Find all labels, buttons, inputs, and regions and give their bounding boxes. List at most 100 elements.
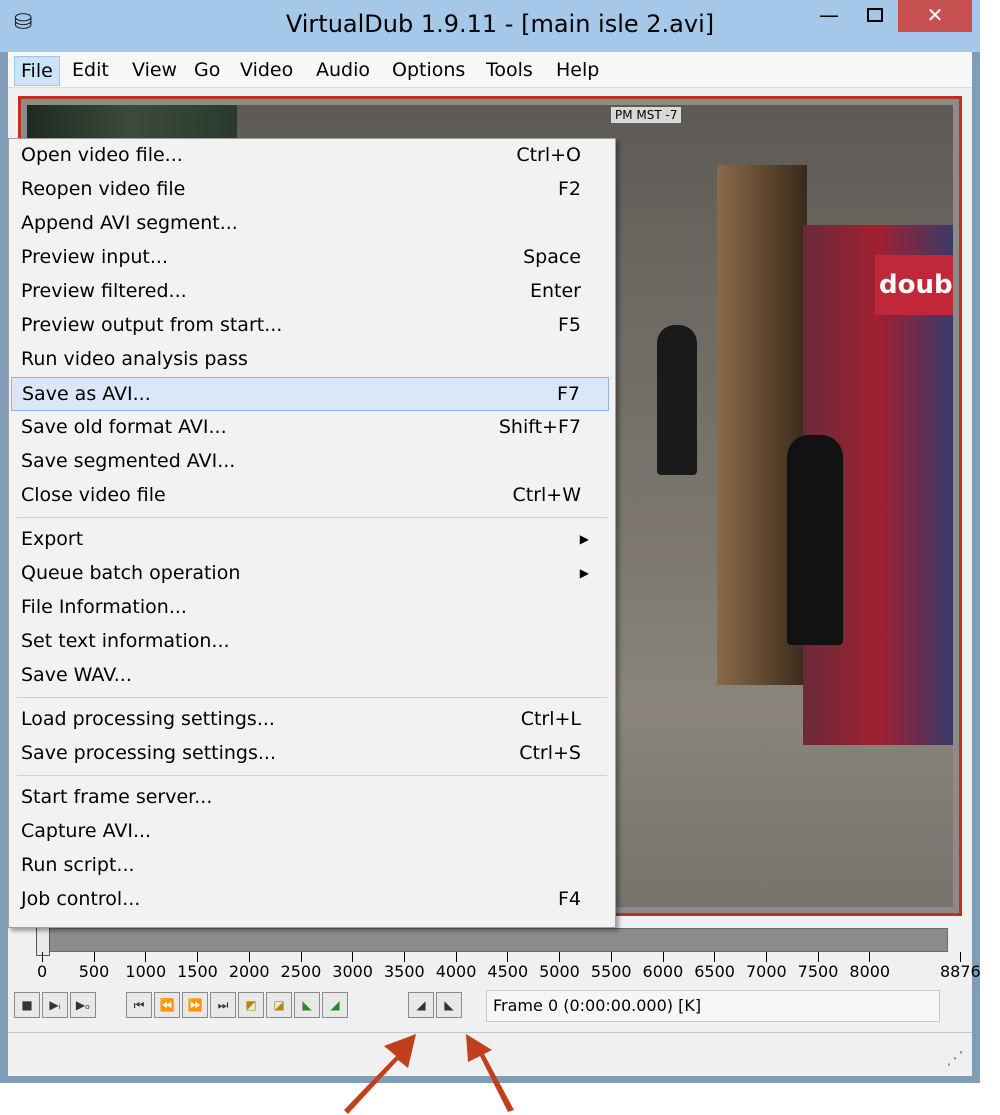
menu-item-label: Append AVI segment... — [21, 212, 238, 234]
file-menu-item[interactable]: Preview filtered... Enter — [11, 275, 609, 309]
annotation-arrow-right — [466, 1034, 514, 1112]
file-menu-item[interactable]: Load processing settings... Ctrl+L — [11, 703, 609, 737]
timeline-tick-label: 4500 — [487, 962, 529, 981]
file-menu-item[interactable]: Run script... — [11, 849, 609, 883]
play-input-icon[interactable]: ▶ᵢ — [42, 992, 68, 1018]
file-menu-item[interactable]: File Information... — [11, 591, 609, 625]
mark-in-icon[interactable]: ◢ — [408, 992, 434, 1018]
submenu-arrow-icon: ▶ — [579, 532, 589, 546]
step-back-icon[interactable]: ⏪ — [154, 992, 180, 1018]
file-menu-item[interactable]: Append AVI segment... — [11, 207, 609, 241]
menu-item-label: Set text information... — [21, 630, 230, 652]
timeline-tick — [403, 952, 405, 962]
timeline-tick-label: 500 — [78, 962, 110, 981]
step-forward-icon[interactable]: ⏩ — [182, 992, 208, 1018]
file-menu-item[interactable]: Preview input... Space — [11, 241, 609, 275]
menu-item-shortcut: F2 — [557, 178, 581, 200]
menu-item-label: Queue batch operation — [21, 562, 241, 584]
menu-item-label: Load processing settings... — [21, 708, 275, 730]
file-menu-item[interactable]: Start frame server... — [11, 781, 609, 815]
timeline-tick-label: 3000 — [332, 962, 373, 981]
file-menu-item[interactable]: Set text information... — [11, 625, 609, 659]
file-menu-item[interactable]: Reopen video file F2 — [11, 173, 609, 207]
menu-tools[interactable]: Tools — [480, 56, 539, 86]
menu-item-label: Start frame server... — [21, 786, 213, 808]
menu-item-label: Open video file... — [21, 144, 183, 166]
menu-audio[interactable]: Audio — [310, 56, 376, 86]
file-menu-item[interactable]: Open video file... Ctrl+O — [11, 139, 609, 173]
menu-video[interactable]: Video — [234, 56, 299, 86]
menu-file[interactable]: File — [14, 56, 60, 86]
timeline-labels: 0 500 1000 1500 2000 2500 3000 3500 4000 4500 5000… — [8, 962, 981, 984]
file-menu-item[interactable]: Run video analysis pass — [11, 343, 609, 377]
playback-toolbar: ■ ▶ᵢ ▶ₒ ⏮ ⏪ ⏩ ⏭ ◩ ◪ ◣ ◢ ◢ ◣ Frame 0 (0:0… — [8, 986, 972, 1026]
menu-item-label: Save processing settings... — [21, 742, 276, 764]
file-menu-item[interactable]: Close video file Ctrl+W — [11, 479, 609, 513]
close-button[interactable]: ✕ — [898, 0, 972, 32]
file-menu-item[interactable]: Save segmented AVI... — [11, 445, 609, 479]
menu-go[interactable]: Go — [188, 56, 226, 86]
menu-item-shortcut: F4 — [557, 888, 581, 910]
virtualdub-app-icon[interactable]: ⛁ — [14, 10, 40, 36]
menu-item-label: Reopen video file — [21, 178, 186, 200]
menu-item-shortcut: Enter — [530, 280, 581, 302]
timeline-tick — [960, 952, 961, 962]
timeline-track[interactable] — [36, 928, 948, 952]
menu-item-label: Save as AVI... — [22, 383, 151, 405]
timeline-tick — [42, 952, 43, 962]
timeline-tick — [817, 952, 819, 962]
resize-grip-icon[interactable]: ⋰ — [946, 1048, 968, 1070]
prev-keyframe-icon[interactable]: ◩ — [238, 992, 264, 1018]
file-menu-item[interactable]: Save processing settings... Ctrl+S — [11, 737, 609, 771]
menu-item-label: Run video analysis pass — [21, 348, 248, 370]
timeline-tick-label: 2500 — [280, 962, 322, 981]
prev-scene-icon[interactable]: ◣ — [294, 992, 320, 1018]
video-timestamp: PM MST -7 — [611, 107, 682, 123]
menu-bar: File Edit View Go Video Audio Options To… — [8, 52, 972, 88]
maximize-button[interactable] — [852, 0, 898, 32]
go-start-icon[interactable]: ⏮ — [126, 992, 152, 1018]
go-end-icon[interactable]: ⏭ — [210, 992, 236, 1018]
file-menu-item[interactable]: Export ▶ — [11, 523, 609, 557]
maximize-icon — [867, 8, 883, 22]
submenu-arrow-icon: ▶ — [579, 566, 589, 580]
mark-out-icon[interactable]: ◣ — [436, 992, 462, 1018]
file-menu-item[interactable]: Job control... F4 — [11, 883, 609, 917]
play-output-icon[interactable]: ▶ₒ — [70, 992, 96, 1018]
timeline-tick-label: 5500 — [590, 962, 632, 981]
next-keyframe-icon[interactable]: ◪ — [266, 992, 292, 1018]
menu-help[interactable]: Help — [550, 56, 605, 86]
menu-item-label: Preview output from start... — [21, 314, 283, 336]
menu-item-shortcut: Shift+F7 — [498, 416, 581, 438]
menu-item-label: Save WAV... — [21, 664, 132, 686]
file-menu-dropdown: Open video file... Ctrl+O Reopen video fil… — [8, 138, 616, 928]
file-menu-item[interactable]: Save as AVI... F7 — [11, 377, 609, 411]
stop-icon[interactable]: ■ — [14, 992, 40, 1018]
window-title: VirtualDub 1.9.11 - [main isle 2.avi] — [285, 10, 715, 38]
timeline-tick-label: 7500 — [797, 962, 839, 981]
menu-item-shortcut: Ctrl+L — [520, 708, 581, 730]
timeline-tick-label: 8876 — [940, 962, 981, 981]
next-scene-icon[interactable]: ◢ — [322, 992, 348, 1018]
menu-item-shortcut: Space — [523, 246, 581, 268]
menu-item-shortcut: Ctrl+S — [519, 742, 581, 764]
annotation-arrow-left — [344, 1034, 416, 1114]
menu-view[interactable]: View — [126, 56, 183, 86]
menu-item-label: Capture AVI... — [21, 820, 152, 842]
title-bar[interactable]: ⛁ VirtualDub 1.9.11 - [main isle 2.avi] … — [0, 0, 980, 52]
file-menu-item[interactable]: Queue batch operation ▶ — [11, 557, 609, 591]
store-sign: doub — [875, 255, 953, 315]
file-menu-item[interactable]: Preview output from start... F5 — [11, 309, 609, 343]
timeline-tick — [662, 952, 664, 962]
minimize-button[interactable]: — — [806, 0, 852, 32]
timeline-tick — [455, 952, 457, 962]
file-menu-item[interactable]: Save old format AVI... Shift+F7 — [11, 411, 609, 445]
menu-item-shortcut: F5 — [557, 314, 581, 336]
file-menu-item[interactable]: Capture AVI... — [11, 815, 609, 849]
menu-edit[interactable]: Edit — [66, 56, 115, 86]
menu-item-label: Close video file — [21, 484, 166, 506]
file-menu-item[interactable]: Save WAV... — [11, 659, 609, 693]
menu-options[interactable]: Options — [386, 56, 471, 86]
menu-item-label: Preview input... — [21, 246, 168, 268]
timeline-tick — [869, 952, 871, 962]
